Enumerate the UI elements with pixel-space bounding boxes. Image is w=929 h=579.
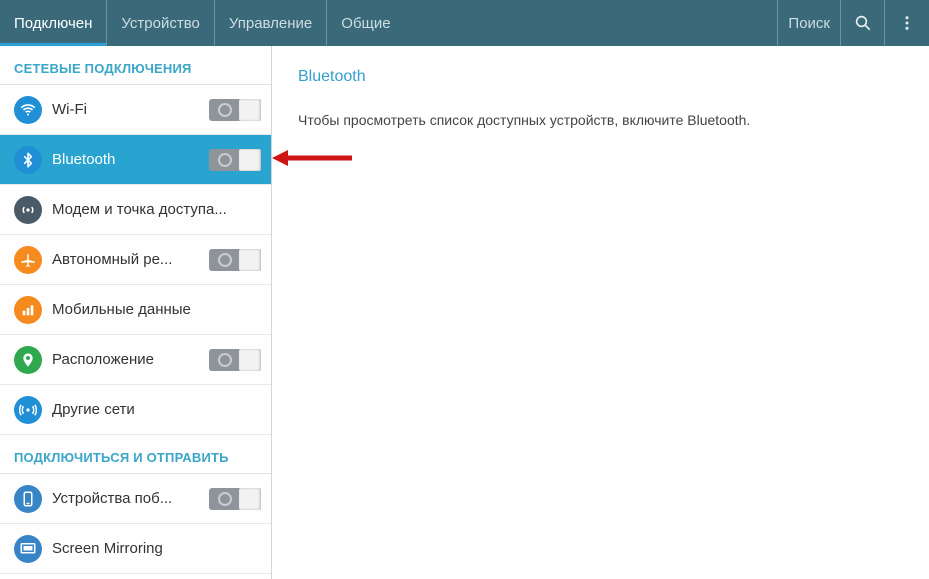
sidebar-item-label: Bluetooth — [52, 151, 199, 168]
top-bar: Подключен Устройство Управление Общие По… — [0, 0, 929, 46]
location-toggle[interactable] — [209, 349, 261, 371]
search-text: Поиск — [788, 15, 830, 32]
sidebar-item-label: Автономный ре... — [52, 251, 199, 268]
content-title: Bluetooth — [298, 68, 903, 86]
mirror-icon — [14, 535, 42, 563]
section-title-connect-share: ПОДКЛЮЧИТЬСЯ И ОТПРАВИТЬ — [0, 435, 271, 474]
nearby-toggle[interactable] — [209, 488, 261, 510]
sidebar-item-more-networks[interactable]: Другие сети — [0, 385, 271, 435]
tab-connections[interactable]: Подключен — [0, 0, 107, 46]
data-icon — [14, 296, 42, 324]
network-icon — [14, 396, 42, 424]
section-title-network: СЕТЕВЫЕ ПОДКЛЮЧЕНИЯ — [0, 46, 271, 85]
search-label[interactable]: Поиск — [777, 0, 841, 46]
sidebar-item-label: Модем и точка доступа... — [52, 201, 261, 218]
body: СЕТЕВЫЕ ПОДКЛЮЧЕНИЯ Wi-Fi Bluetooth Моде… — [0, 46, 929, 579]
sidebar-item-location[interactable]: Расположение — [0, 335, 271, 385]
sidebar-item-label: Screen Mirroring — [52, 540, 261, 557]
sidebar-item-label: Мобильные данные — [52, 301, 261, 318]
sidebar-item-wifi[interactable]: Wi-Fi — [0, 85, 271, 135]
sidebar-item-airplane[interactable]: Автономный ре... — [0, 235, 271, 285]
sidebar-item-screen-mirroring[interactable]: Screen Mirroring — [0, 524, 271, 574]
tab-general[interactable]: Общие — [327, 0, 404, 46]
wifi-icon — [14, 96, 42, 124]
sidebar-item-label: Расположение — [52, 351, 199, 368]
search-button[interactable] — [841, 0, 885, 46]
location-icon — [14, 346, 42, 374]
sidebar-item-tethering[interactable]: Модем и точка доступа... — [0, 185, 271, 235]
sidebar-item-label: Устройства поб... — [52, 490, 199, 507]
sidebar: СЕТЕВЫЕ ПОДКЛЮЧЕНИЯ Wi-Fi Bluetooth Моде… — [0, 46, 272, 579]
sidebar-item-nearby-devices[interactable]: Устройства поб... — [0, 474, 271, 524]
sidebar-item-label: Другие сети — [52, 401, 261, 418]
hotspot-icon — [14, 196, 42, 224]
airplane-icon — [14, 246, 42, 274]
sidebar-item-label: Wi-Fi — [52, 101, 199, 118]
nearby-icon — [14, 485, 42, 513]
more-button[interactable] — [885, 0, 929, 46]
wifi-toggle[interactable] — [209, 99, 261, 121]
content-pane: Bluetooth Чтобы просмотреть список досту… — [272, 46, 929, 579]
bluetooth-toggle[interactable] — [209, 149, 261, 171]
content-text: Чтобы просмотреть список доступных устро… — [298, 112, 903, 128]
airplane-toggle[interactable] — [209, 249, 261, 271]
sidebar-item-mobile-data[interactable]: Мобильные данные — [0, 285, 271, 335]
tab-label: Общие — [341, 15, 390, 32]
sidebar-item-bluetooth[interactable]: Bluetooth — [0, 135, 271, 185]
tab-device[interactable]: Устройство — [107, 0, 214, 46]
more-icon — [898, 14, 916, 32]
bluetooth-icon — [14, 146, 42, 174]
tab-label: Устройство — [121, 15, 199, 32]
tab-controls[interactable]: Управление — [215, 0, 327, 46]
spacer — [405, 0, 778, 46]
search-icon — [854, 14, 872, 32]
tab-label: Управление — [229, 15, 312, 32]
tab-label: Подключен — [14, 15, 92, 32]
